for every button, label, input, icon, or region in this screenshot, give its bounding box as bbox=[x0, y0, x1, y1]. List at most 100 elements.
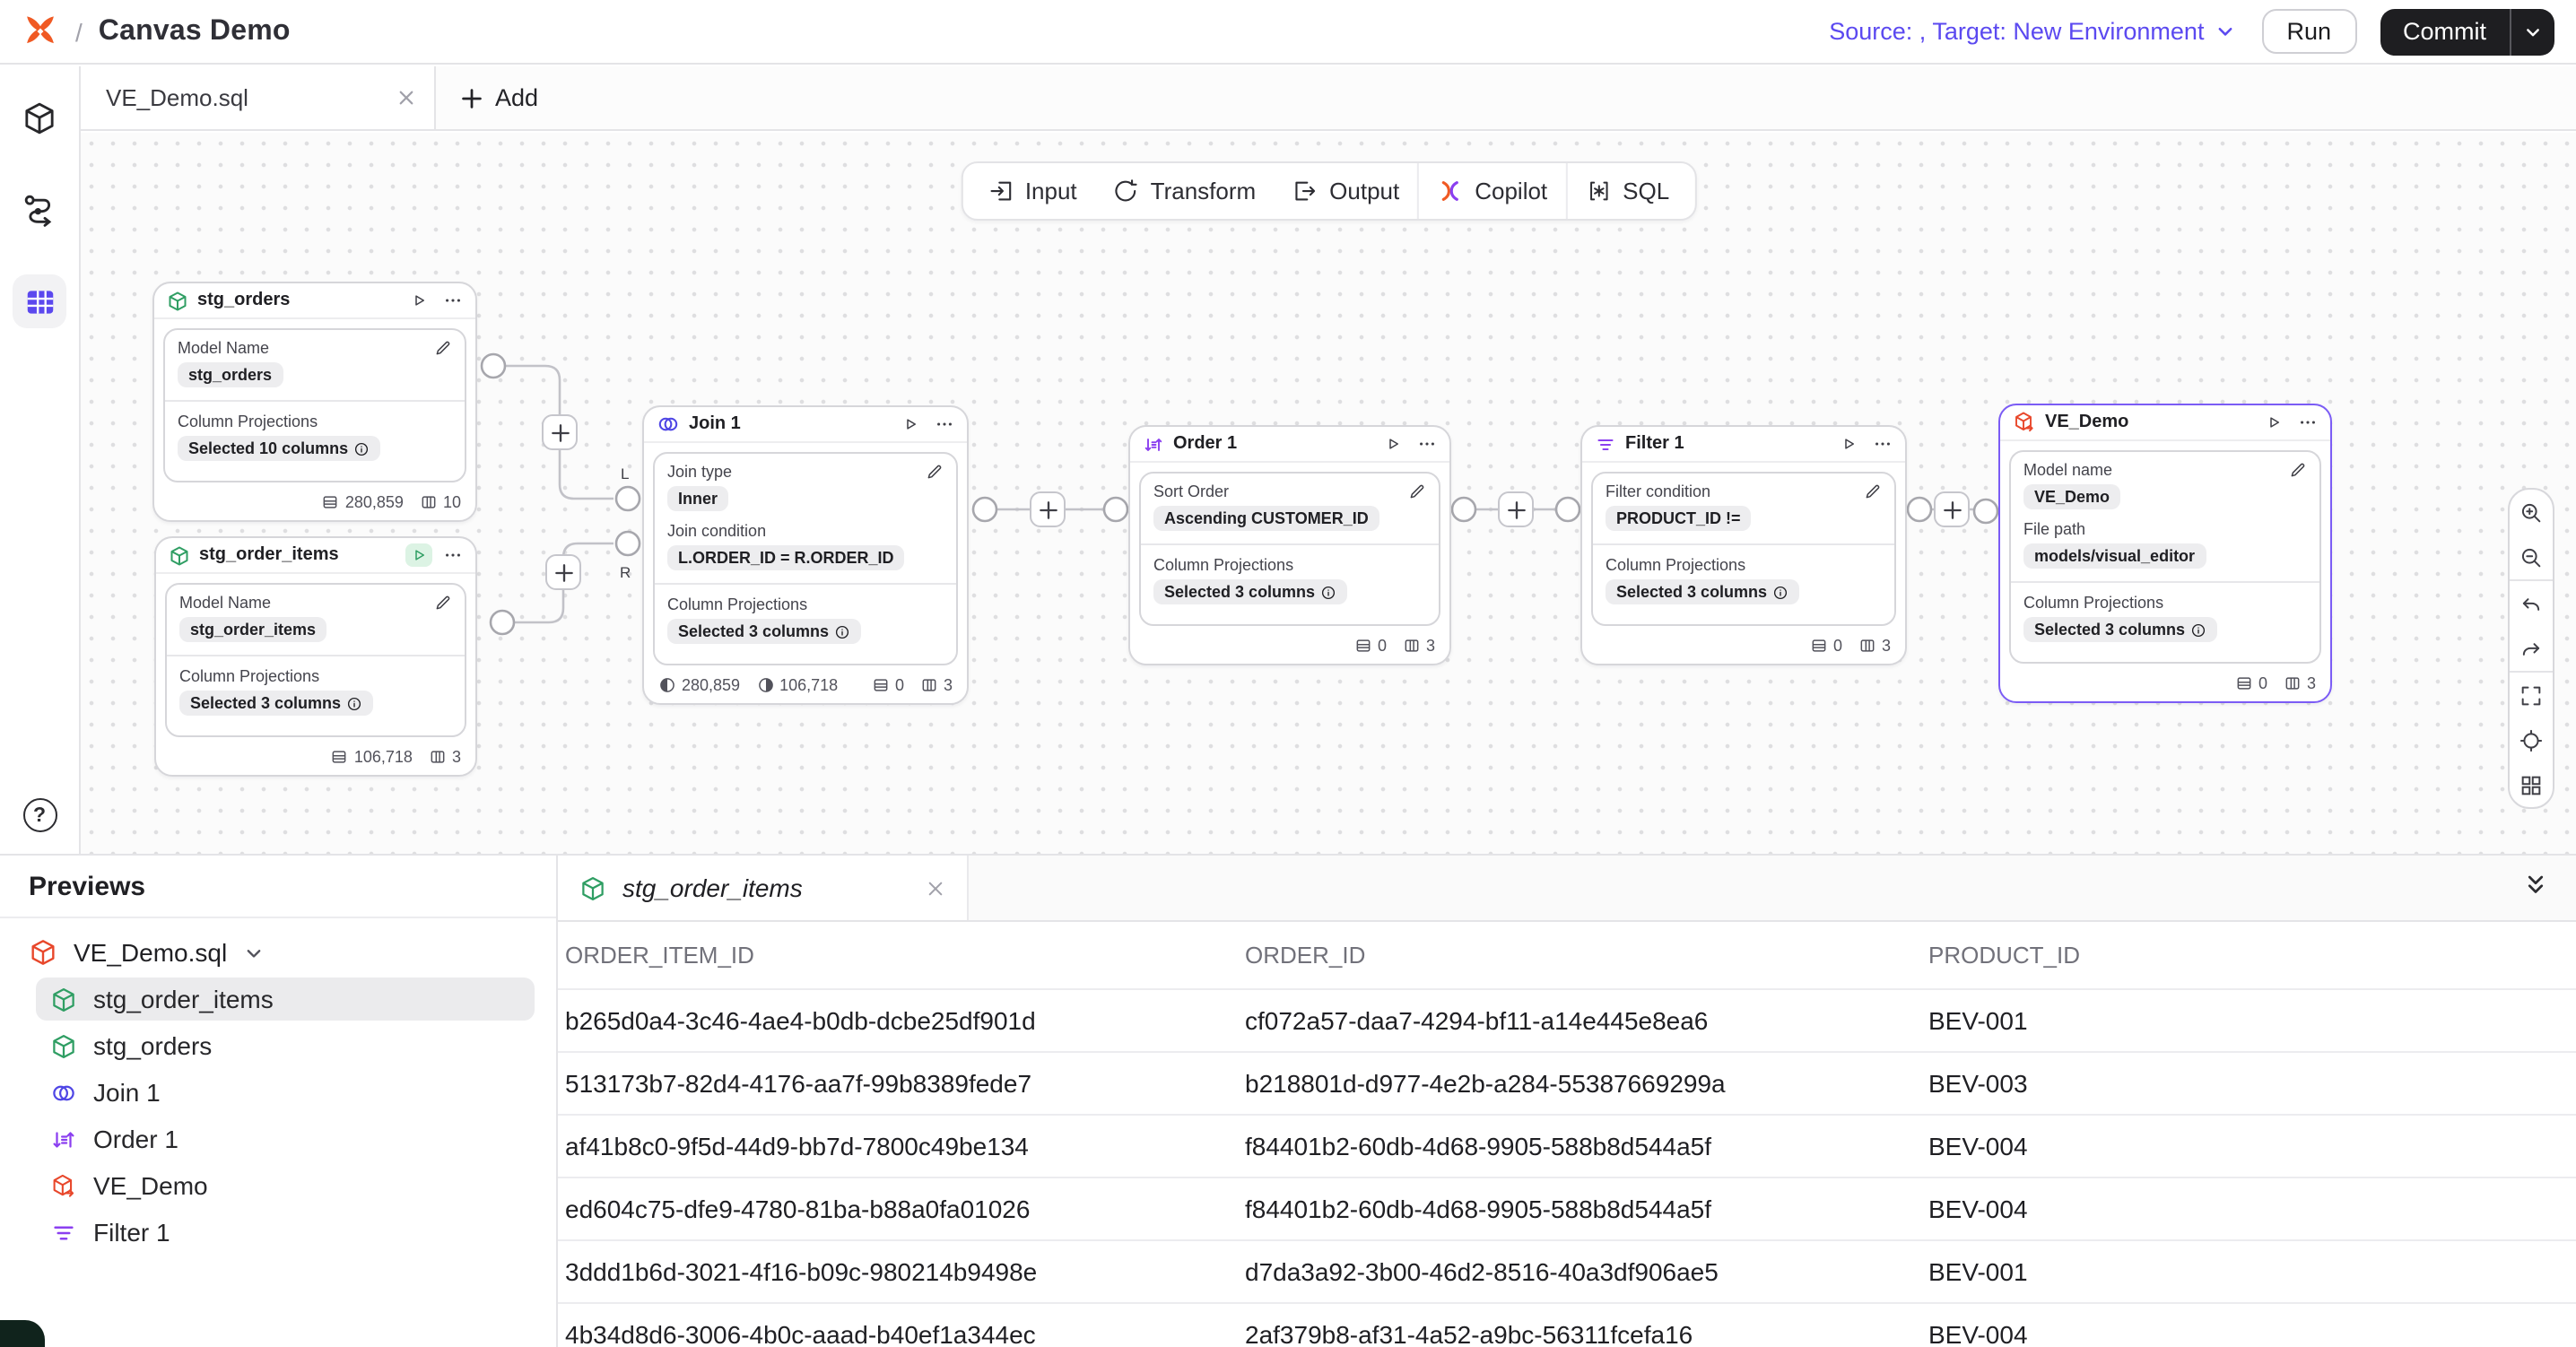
model-name-pill[interactable]: stg_order_items bbox=[179, 617, 326, 642]
run-node-button[interactable] bbox=[897, 413, 924, 436]
table-cell: 513173b7-82d4-4176-aa7f-99b8389fede7 bbox=[565, 1069, 1245, 1098]
file-path-pill[interactable]: models/visual_editor bbox=[2023, 543, 2206, 569]
projections-pill[interactable]: Selected 10 columns bbox=[178, 436, 380, 461]
output-icon bbox=[1292, 178, 1318, 204]
model-name-pill[interactable]: stg_orders bbox=[178, 362, 283, 387]
zoom-in-button[interactable] bbox=[2510, 490, 2553, 534]
previews-tree: Previews VE_Demo.sql stg_order_items stg… bbox=[0, 856, 558, 1347]
undo-button[interactable] bbox=[2510, 581, 2553, 626]
output-port bbox=[482, 354, 505, 378]
table-row[interactable]: 513173b7-82d4-4176-aa7f-99b8389fede7b218… bbox=[558, 1051, 2576, 1114]
environment-selector[interactable]: Source: , Target: New Environment bbox=[1829, 18, 2234, 45]
run-node-button[interactable] bbox=[405, 543, 432, 567]
column-header[interactable]: ORDER_ID bbox=[1245, 942, 1928, 969]
add-input-button[interactable]: Input bbox=[970, 163, 1095, 219]
fullscreen-button[interactable] bbox=[2510, 673, 2553, 717]
table-row[interactable]: b265d0a4-3c46-4ae4-b0db-dcbe25df901dcf07… bbox=[558, 988, 2576, 1051]
projections-pill[interactable]: Selected 3 columns bbox=[1606, 579, 1799, 604]
corner-widget[interactable] bbox=[0, 1320, 45, 1347]
pipeline-canvas[interactable]: L R Input Transform Output bbox=[81, 133, 2576, 854]
tree-item-stg-orders[interactable]: stg_orders bbox=[36, 1024, 535, 1067]
sidebar-item-models[interactable] bbox=[13, 91, 66, 145]
tree-item-filter-1[interactable]: Filter 1 bbox=[36, 1211, 535, 1254]
tab-ve-demo-sql[interactable]: VE_Demo.sql bbox=[81, 66, 436, 129]
close-icon[interactable] bbox=[926, 878, 945, 898]
sort-order-pill[interactable]: Ascending CUSTOMER_ID bbox=[1153, 506, 1379, 531]
projections-pill[interactable]: Selected 3 columns bbox=[1153, 579, 1347, 604]
node-menu-button[interactable] bbox=[1417, 434, 1437, 454]
editor-tab-strip: VE_Demo.sql Add bbox=[81, 66, 2576, 131]
column-header[interactable]: PRODUCT_ID bbox=[1928, 942, 2576, 969]
node-order-1[interactable]: Order 1 Sort Order Ascending CUSTOMER_ID… bbox=[1128, 425, 1451, 665]
add-step-on-edge-button[interactable] bbox=[545, 554, 581, 590]
join-condition-pill[interactable]: L.ORDER_ID = R.ORDER_ID bbox=[667, 545, 905, 570]
preview-tab-stg-order-items[interactable]: stg_order_items bbox=[558, 856, 969, 920]
zoom-out-button[interactable] bbox=[2510, 534, 2553, 579]
node-menu-button[interactable] bbox=[935, 414, 954, 434]
node-join-1[interactable]: Join 1 Join type Inner Join condition L.… bbox=[642, 405, 969, 705]
add-step-on-edge-button[interactable] bbox=[1498, 491, 1534, 527]
add-tab-button[interactable]: Add bbox=[436, 66, 563, 129]
overview-button[interactable] bbox=[2510, 762, 2553, 807]
columns-icon bbox=[920, 676, 938, 694]
sidebar-item-table-view[interactable] bbox=[13, 274, 66, 328]
tree-item-order-1[interactable]: Order 1 bbox=[36, 1117, 535, 1160]
sql-button[interactable]: SQL bbox=[1567, 163, 1687, 219]
edit-icon[interactable] bbox=[2289, 461, 2307, 479]
run-node-button[interactable] bbox=[1835, 432, 1862, 456]
edit-icon[interactable] bbox=[1408, 482, 1426, 500]
run-node-button[interactable] bbox=[1379, 432, 1406, 456]
preview-tab-strip: stg_order_items bbox=[558, 856, 2576, 922]
tree-root-ve-demo-sql[interactable]: VE_Demo.sql bbox=[0, 929, 556, 976]
collapse-panel-button[interactable] bbox=[2524, 872, 2547, 899]
edit-icon[interactable] bbox=[926, 463, 944, 481]
help-button[interactable]: ? bbox=[22, 798, 57, 832]
table-cell: f84401b2-60db-4d68-9905-588b8d544a5f bbox=[1245, 1132, 1928, 1160]
run-node-button[interactable] bbox=[2260, 411, 2287, 434]
close-icon[interactable] bbox=[396, 88, 416, 108]
redo-button[interactable] bbox=[2510, 626, 2553, 671]
app-logo-icon[interactable] bbox=[22, 13, 59, 50]
table-row[interactable]: af41b8c0-9f5d-44d9-bb7d-7800c49be134f844… bbox=[558, 1114, 2576, 1177]
add-transform-button[interactable]: Transform bbox=[1095, 163, 1275, 219]
add-step-on-edge-button[interactable] bbox=[1934, 491, 1970, 527]
table-row[interactable]: ed604c75-dfe9-4780-81ba-b88a0fa01026f844… bbox=[558, 1177, 2576, 1239]
rows-icon bbox=[872, 676, 890, 694]
edit-icon[interactable] bbox=[434, 594, 452, 612]
column-header[interactable]: ORDER_ITEM_ID bbox=[565, 942, 1245, 969]
node-menu-button[interactable] bbox=[2298, 413, 2318, 432]
node-menu-button[interactable] bbox=[443, 545, 463, 565]
tree-item-ve-demo[interactable]: VE_Demo bbox=[36, 1164, 535, 1207]
edit-icon[interactable] bbox=[434, 339, 452, 357]
projections-pill[interactable]: Selected 3 columns bbox=[667, 619, 861, 644]
rows-icon bbox=[1354, 637, 1372, 655]
projections-pill[interactable]: Selected 3 columns bbox=[2023, 617, 2217, 642]
tree-item-join-1[interactable]: Join 1 bbox=[36, 1071, 535, 1114]
commit-dropdown-button[interactable] bbox=[2511, 8, 2554, 55]
node-menu-button[interactable] bbox=[1873, 434, 1893, 454]
table-row[interactable]: 4b34d8d6-3006-4b0c-aaad-b40ef1a344ec2af3… bbox=[558, 1302, 2576, 1347]
copilot-button[interactable]: Copilot bbox=[1419, 163, 1565, 219]
add-step-on-edge-button[interactable] bbox=[542, 414, 578, 450]
add-step-on-edge-button[interactable] bbox=[1030, 491, 1066, 527]
column-count: 3 bbox=[2284, 674, 2316, 692]
projections-pill[interactable]: Selected 3 columns bbox=[179, 691, 373, 716]
model-name-pill[interactable]: VE_Demo bbox=[2023, 484, 2120, 509]
table-cell: af41b8c0-9f5d-44d9-bb7d-7800c49be134 bbox=[565, 1132, 1245, 1160]
node-menu-button[interactable] bbox=[443, 291, 463, 310]
filter-condition-pill[interactable]: PRODUCT_ID != bbox=[1606, 506, 1752, 531]
commit-button[interactable]: Commit bbox=[2380, 8, 2510, 55]
run-node-button[interactable] bbox=[405, 289, 432, 312]
node-stg-orders[interactable]: stg_orders Model Name stg_orders Column … bbox=[152, 282, 477, 522]
node-stg-order-items[interactable]: stg_order_items Model Name stg_order_ite… bbox=[154, 536, 477, 777]
add-output-button[interactable]: Output bbox=[1274, 163, 1417, 219]
node-filter-1[interactable]: Filter 1 Filter condition PRODUCT_ID != … bbox=[1580, 425, 1907, 665]
edit-icon[interactable] bbox=[1864, 482, 1882, 500]
run-button[interactable]: Run bbox=[2261, 9, 2356, 54]
tree-item-stg-order-items[interactable]: stg_order_items bbox=[36, 978, 535, 1021]
fit-view-button[interactable] bbox=[2510, 717, 2553, 762]
node-ve-demo[interactable]: VE_Demo Model name VE_Demo File path mod… bbox=[1998, 404, 2332, 703]
join-type-pill[interactable]: Inner bbox=[667, 486, 728, 511]
sidebar-item-lineage[interactable] bbox=[13, 183, 66, 237]
table-row[interactable]: 3ddd1b6d-3021-4f16-b09c-980214b9498ed7da… bbox=[558, 1239, 2576, 1302]
